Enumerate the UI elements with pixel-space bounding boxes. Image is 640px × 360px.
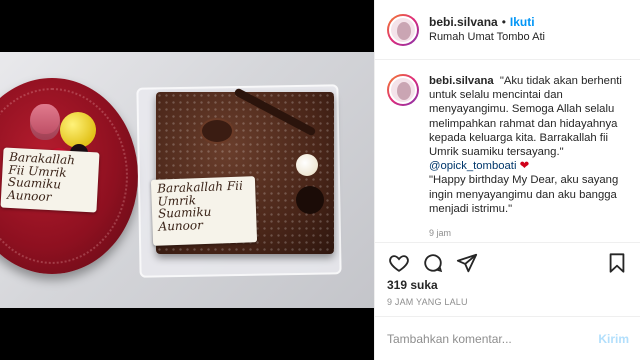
avatar-image (389, 15, 417, 44)
dark-truffle (296, 186, 324, 214)
post-panel: bebi.silvana • Ikuti Rumah Umat Tombo Ati … (374, 0, 640, 360)
chocolate-stamp (200, 118, 234, 144)
white-truffle (296, 154, 318, 176)
follow-button[interactable]: Ikuti (510, 15, 535, 29)
caption-text-1: "Aku tidak akan berhenti untuk selalu me… (429, 75, 622, 159)
caption-avatar[interactable] (387, 74, 419, 106)
heart-emoji: ❤ (519, 160, 530, 173)
caption-username[interactable]: bebi.silvana (429, 75, 494, 87)
yellow-macaron (60, 112, 96, 148)
post-comment-button[interactable]: Kirim (598, 332, 629, 346)
location-link[interactable]: Rumah Umat Tombo Ati (429, 30, 545, 45)
pink-macaron (30, 104, 60, 140)
post-header: bebi.silvana • Ikuti Rumah Umat Tombo Ati (375, 0, 640, 60)
post-timestamp[interactable]: 9 JAM YANG LALU (387, 297, 468, 307)
post-media-pane: Barakallah Fii Umrik Suamiku Aunoor Bara… (0, 0, 374, 360)
username-link[interactable]: bebi.silvana (429, 15, 498, 29)
header-text: bebi.silvana • Ikuti Rumah Umat Tombo Ati (429, 15, 545, 45)
avatar[interactable] (387, 13, 419, 46)
post-photo[interactable]: Barakallah Fii Umrik Suamiku Aunoor Bara… (0, 52, 374, 308)
caption-area: bebi.silvana "Aku tidak akan berhenti un… (375, 60, 640, 242)
bookmark-icon[interactable] (605, 251, 629, 275)
comment-icon[interactable] (421, 251, 445, 275)
cake-plaque-right: Barakallah Fii Umrik Suamiku Aunoor (150, 176, 258, 246)
heart-icon[interactable] (387, 251, 411, 275)
cake-plaque-left: Barakallah Fii Umrik Suamiku Aunoor (0, 147, 100, 213)
action-bar (375, 242, 640, 282)
caption-avatar-image (389, 76, 417, 104)
mention-link[interactable]: @opick_tomboati (429, 160, 516, 172)
share-icon[interactable] (455, 251, 479, 275)
separator-dot: • (501, 14, 506, 29)
caption: bebi.silvana "Aku tidak akan berhenti un… (429, 74, 629, 242)
caption-time: 9 jam (429, 228, 452, 239)
comment-bar: Kirim (375, 316, 640, 360)
comment-input[interactable] (387, 331, 599, 346)
caption-text-2: "Happy birthday My Dear, aku sayang ingi… (429, 174, 619, 215)
likes-count[interactable]: 319 suka (387, 278, 438, 292)
